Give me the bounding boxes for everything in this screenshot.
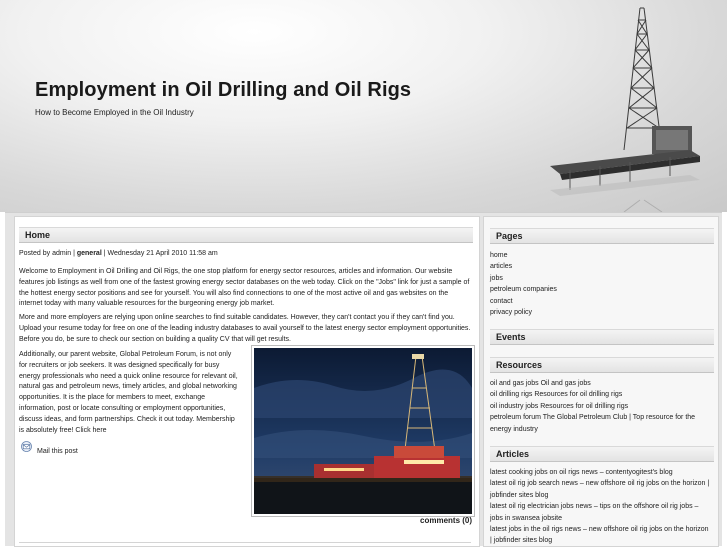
post-paragraph-2: More and more employers are relying upon… [19,314,471,343]
resource-link[interactable]: petroleum forum The Global Petroleum Clu… [490,412,710,435]
page-link-jobs[interactable]: jobs [490,273,557,284]
rig-photo [251,345,475,517]
resource-link[interactable]: oil and gas jobs Oil and gas jobs [490,378,710,389]
page-link-contact[interactable]: contact [490,296,557,307]
page-link-articles[interactable]: articles [490,261,557,272]
post-divider [19,542,471,543]
site-tagline: How to Become Employed in the Oil Indust… [35,108,194,117]
page-link-petroleum-companies[interactable]: petroleum companies [490,284,557,295]
post-paragraph-3: Additionally, our parent website, Global… [19,351,238,434]
articles-heading: Articles [490,446,714,462]
site-header: Employment in Oil Drilling and Oil Rigs … [0,0,727,212]
post-heading: Home [19,227,473,243]
sidebar: Pages home articles jobs petroleum compa… [483,216,719,547]
mail-this-post-link[interactable]: Mail this post [37,448,78,455]
post-paragraph-1: Welcome to Employment in Oil Drilling an… [19,268,470,308]
article-link[interactable]: latest cooking jobs on oil rigs news – c… [490,467,710,478]
pages-list: home articles jobs petroleum companies c… [490,250,557,318]
post-meta: Posted by admin | general | Wednesday 21… [19,250,218,257]
events-heading: Events [490,329,714,345]
page-link-privacy-policy[interactable]: privacy policy [490,307,557,318]
page-link-home[interactable]: home [490,250,557,261]
article-link[interactable]: latest oil rig electrician jobs news – t… [490,501,710,524]
main-content: Home Posted by admin | general | Wednesd… [14,216,480,547]
night-rig-image [254,348,472,514]
resource-link[interactable]: oil industry jobs Resources for oil dril… [490,401,710,412]
resources-list: oil and gas jobs Oil and gas jobs oil dr… [490,378,710,435]
pages-heading: Pages [490,228,714,244]
post-category-link[interactable]: general [77,250,102,257]
article-link[interactable]: latest oil rig job search news – new off… [490,478,710,501]
post-meta-date: | Wednesday 21 April 2010 11:58 am [101,250,218,257]
articles-list: latest cooking jobs on oil rigs news – c… [490,467,710,547]
resource-link[interactable]: oil drilling rigs Resources for oil dril… [490,389,710,400]
comments-link[interactable]: comments (0) [420,516,472,525]
oil-rig-logo [550,7,700,212]
site-title[interactable]: Employment in Oil Drilling and Oil Rigs [35,79,411,102]
article-link[interactable]: latest jobs in the oil rigs news – new o… [490,524,710,547]
resources-heading: Resources [490,357,714,373]
mail-icon[interactable] [21,441,32,452]
post-meta-author: Posted by admin | [19,250,77,257]
